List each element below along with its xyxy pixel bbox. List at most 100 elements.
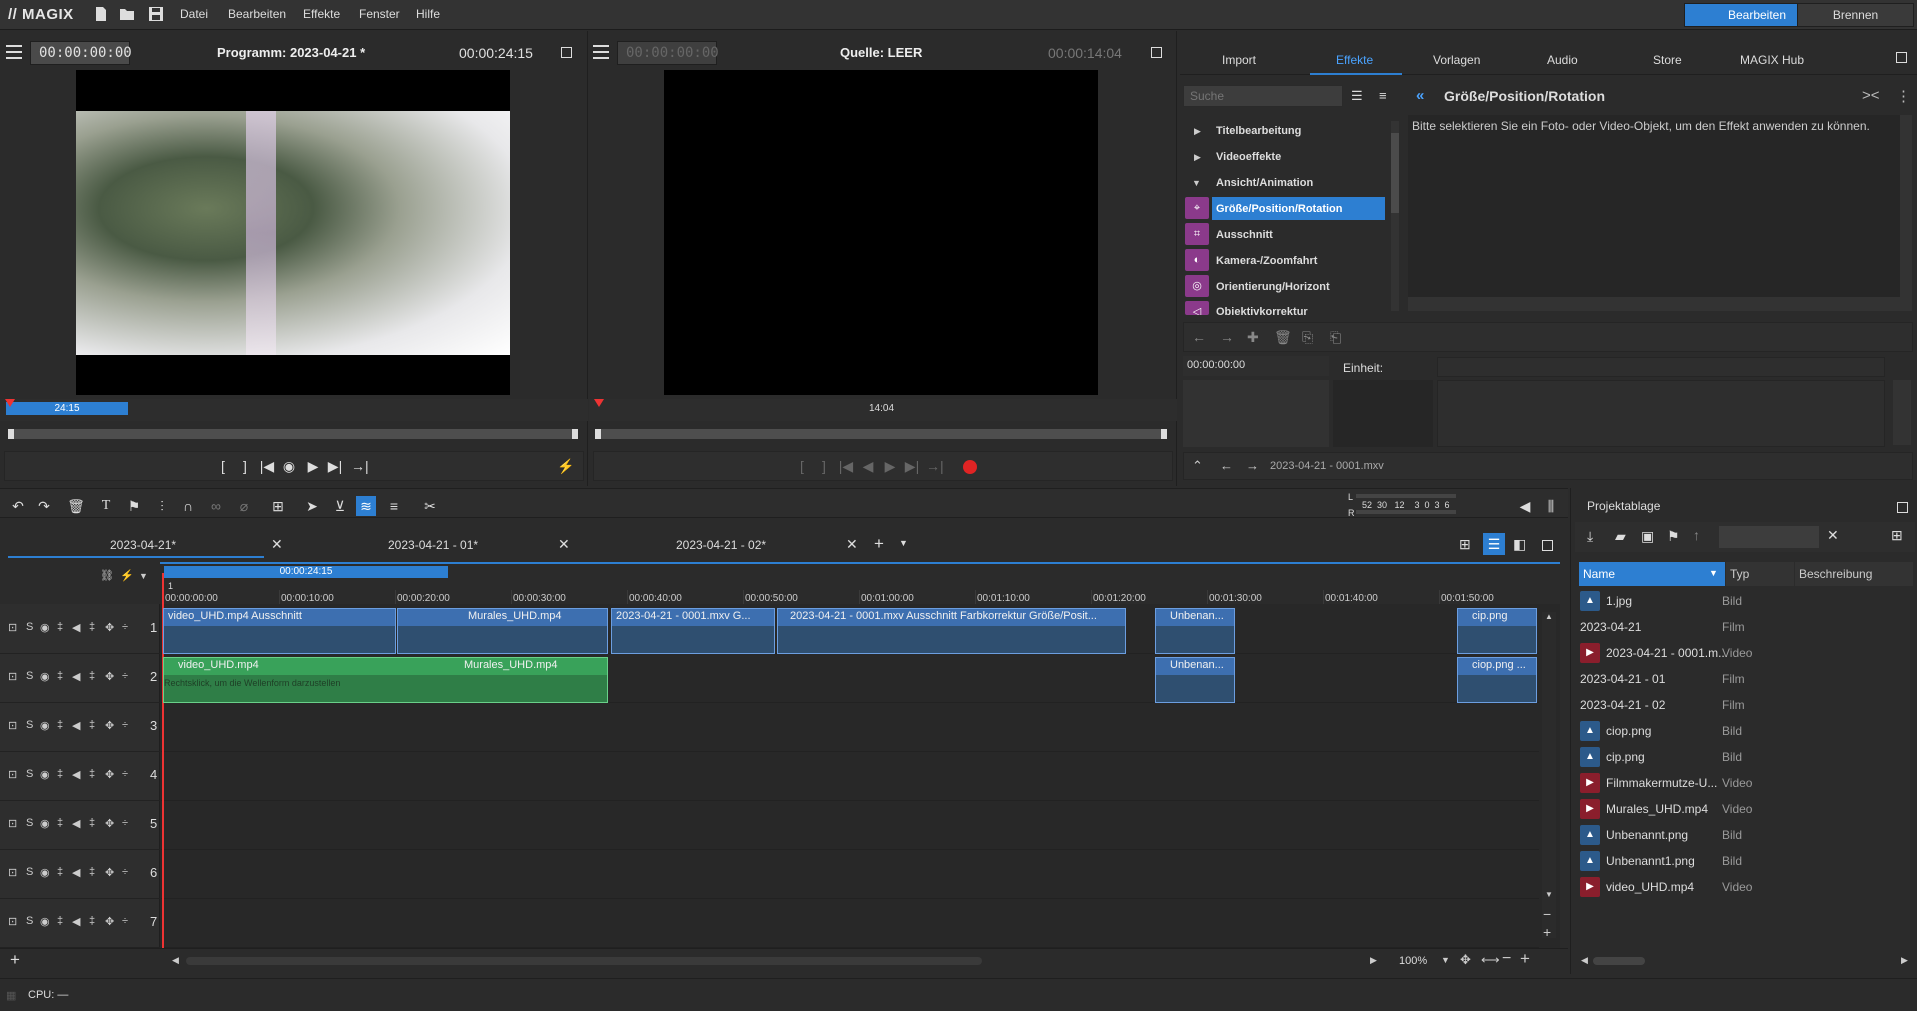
tab-vorlagen[interactable]: Vorlagen [1433,53,1480,67]
play-icon[interactable]: ▶ [305,458,321,474]
track-mute-icon[interactable]: ◀ [72,768,80,781]
track-solo[interactable]: S [26,670,33,682]
track-fx-icon[interactable]: ÷ [122,670,128,682]
track-visibility-icon[interactable]: ◉ [40,621,50,634]
bin-item[interactable]: ▶ video_UHD.mp4 Video [1578,874,1908,900]
track-volume-icon[interactable]: ‡ [89,915,95,927]
link-icon[interactable]: ∞ [206,496,226,516]
src-jump-end-icon[interactable]: →| [926,458,944,474]
track-visibility-icon[interactable]: ◉ [40,915,50,928]
track-effects-icon[interactable]: ✥ [105,768,114,781]
track-volume-icon[interactable]: ‡ [89,866,95,878]
bin-item[interactable]: ▲ Unbenannt.png Bild [1578,822,1908,848]
multi-track-icon[interactable]: ≡ [384,496,404,516]
tree-objektivkorrektur[interactable]: Objektivkorrektur [1216,306,1308,315]
mark-in-icon[interactable]: [ [215,458,231,474]
track-mute-icon[interactable]: ◀ [72,915,80,928]
loop-icon[interactable]: ◉ [281,458,297,474]
track-lock-icon[interactable]: ⊡ [8,915,17,928]
go-end-icon[interactable]: ▶| [327,458,343,474]
track-fx-icon[interactable]: ÷ [122,768,128,780]
menu-datei[interactable]: Datei [180,7,208,21]
track-lock-icon[interactable]: ⊡ [8,670,17,683]
open-folder-icon[interactable] [119,6,135,22]
src-go-end-icon[interactable]: ▶| [904,458,920,474]
lock-all-icon[interactable]: ⛓ [100,569,114,582]
track-effects-icon[interactable]: ✥ [105,719,114,732]
program-scrub-slider[interactable] [8,429,578,439]
magnet-icon[interactable]: ∩ [178,496,198,516]
list-view-icon[interactable]: ☰ [1351,88,1367,104]
track-visibility-icon[interactable]: ◉ [40,866,50,879]
program-menu-icon[interactable] [6,45,22,59]
track-visibility-icon[interactable]: ◉ [40,719,50,732]
new-file-icon[interactable] [93,6,109,22]
bin-item[interactable]: ▲ ciop.png Bild [1578,718,1908,744]
jump-end-icon[interactable]: →| [351,458,369,474]
track-lock-icon[interactable]: ⊡ [8,719,17,732]
clip-cip-png[interactable]: cip.png [1457,608,1537,654]
bin-item[interactable]: 2023-04-21 Film [1578,614,1908,640]
fit-icon[interactable]: ✥ [1460,952,1471,968]
add-track-icon[interactable]: + [10,950,20,970]
program-video-screen[interactable] [76,70,510,395]
timeline-maximize-icon[interactable] [1542,540,1553,551]
track-tempo-icon[interactable]: ‡ [57,768,63,780]
tab-timeline-main[interactable]: 2023-04-21* [110,538,176,552]
track-lane-4[interactable] [161,752,1539,801]
ansicht-chevron-icon[interactable]: ▼ [1192,178,1201,188]
program-ruler[interactable]: 24:15 [0,399,588,421]
footer-next-icon[interactable]: → [1246,458,1259,473]
tab-import[interactable]: Import [1222,53,1256,67]
track-visibility-icon[interactable]: ◉ [40,817,50,830]
timeline-hscrollbar[interactable] [186,957,982,965]
track-effects-icon[interactable]: ✥ [105,817,114,830]
clip-ciop-png[interactable]: ciop.png ... [1457,657,1537,703]
col-type-header[interactable]: Typ [1726,562,1794,586]
source-timecode[interactable]: 00:00:00:00 [617,41,719,65]
effects-search-input[interactable] [1183,85,1343,107]
tree-groesse-position-rotation[interactable]: Größe/Position/Rotation [1216,203,1343,215]
add-tab-icon[interactable]: + [874,534,884,554]
menu-effekte[interactable]: Effekte [303,7,340,21]
undo-icon[interactable]: ↶ [8,496,28,516]
track-tempo-icon[interactable]: ‡ [57,621,63,633]
track-mute-icon[interactable]: ◀ [72,621,80,634]
track-lane-5[interactable] [161,801,1539,850]
flash-icon[interactable]: ⚡ [120,569,134,582]
bin-item[interactable]: 2023-04-21 - 02 Film [1578,692,1908,718]
select-arrow-icon[interactable]: ➤ [302,496,322,516]
bin-item[interactable]: ▶ 2023-04-21 - 0001.m... Video [1578,640,1908,666]
record-icon[interactable] [963,460,977,474]
bin-item[interactable]: ▲ 1.jpg Bild [1578,588,1908,614]
bin-up-icon[interactable]: ↑ [1693,527,1700,543]
brennen-mode-button[interactable]: Brennen [1797,3,1914,27]
close-tab-1-icon[interactable]: ✕ [271,536,283,553]
track-visibility-icon[interactable]: ◉ [40,768,50,781]
redo-icon[interactable]: ↷ [34,496,54,516]
effects-tree-scrollbar[interactable] [1391,121,1399,311]
zoom-out-icon[interactable]: − [1502,950,1511,968]
mixer-icon[interactable]: ⫼ [1541,496,1561,516]
track-solo[interactable]: S [26,866,33,878]
clip-video-uhd-1[interactable]: video_UHD.mp4 Ausschnitt [163,608,396,654]
tree-kamera-zoomfahrt[interactable]: Kamera-/Zoomfahrt [1216,255,1317,267]
keyframe-time[interactable]: 00:00:00:00 [1183,356,1329,376]
volume-icon[interactable]: ◀ [1515,496,1535,516]
footer-prev-icon[interactable]: ← [1220,458,1233,473]
marker-flag-icon[interactable]: ⚑ [124,496,144,516]
src-play-icon[interactable]: ▶ [882,458,898,474]
import-icon[interactable]: ⤓ [1587,528,1593,545]
insert-icon[interactable]: ⊞ [268,496,288,516]
zoom-range-icon[interactable]: ⟷ [1481,952,1500,968]
prev-keyframe-icon[interactable]: ← [1192,329,1206,345]
bin-clear-icon[interactable]: ✕ [1827,527,1839,544]
scroll-right-icon[interactable]: ▶ [1370,955,1377,966]
track-tempo-icon[interactable]: ‡ [57,719,63,731]
bin-save-icon[interactable]: ▣ [1641,528,1654,545]
track-fx-icon[interactable]: ÷ [122,817,128,829]
lightning-icon[interactable]: ⚡ [557,458,574,474]
track-lane-7[interactable] [161,899,1539,948]
menu-fenster[interactable]: Fenster [359,7,400,21]
track-solo[interactable]: S [26,768,33,780]
